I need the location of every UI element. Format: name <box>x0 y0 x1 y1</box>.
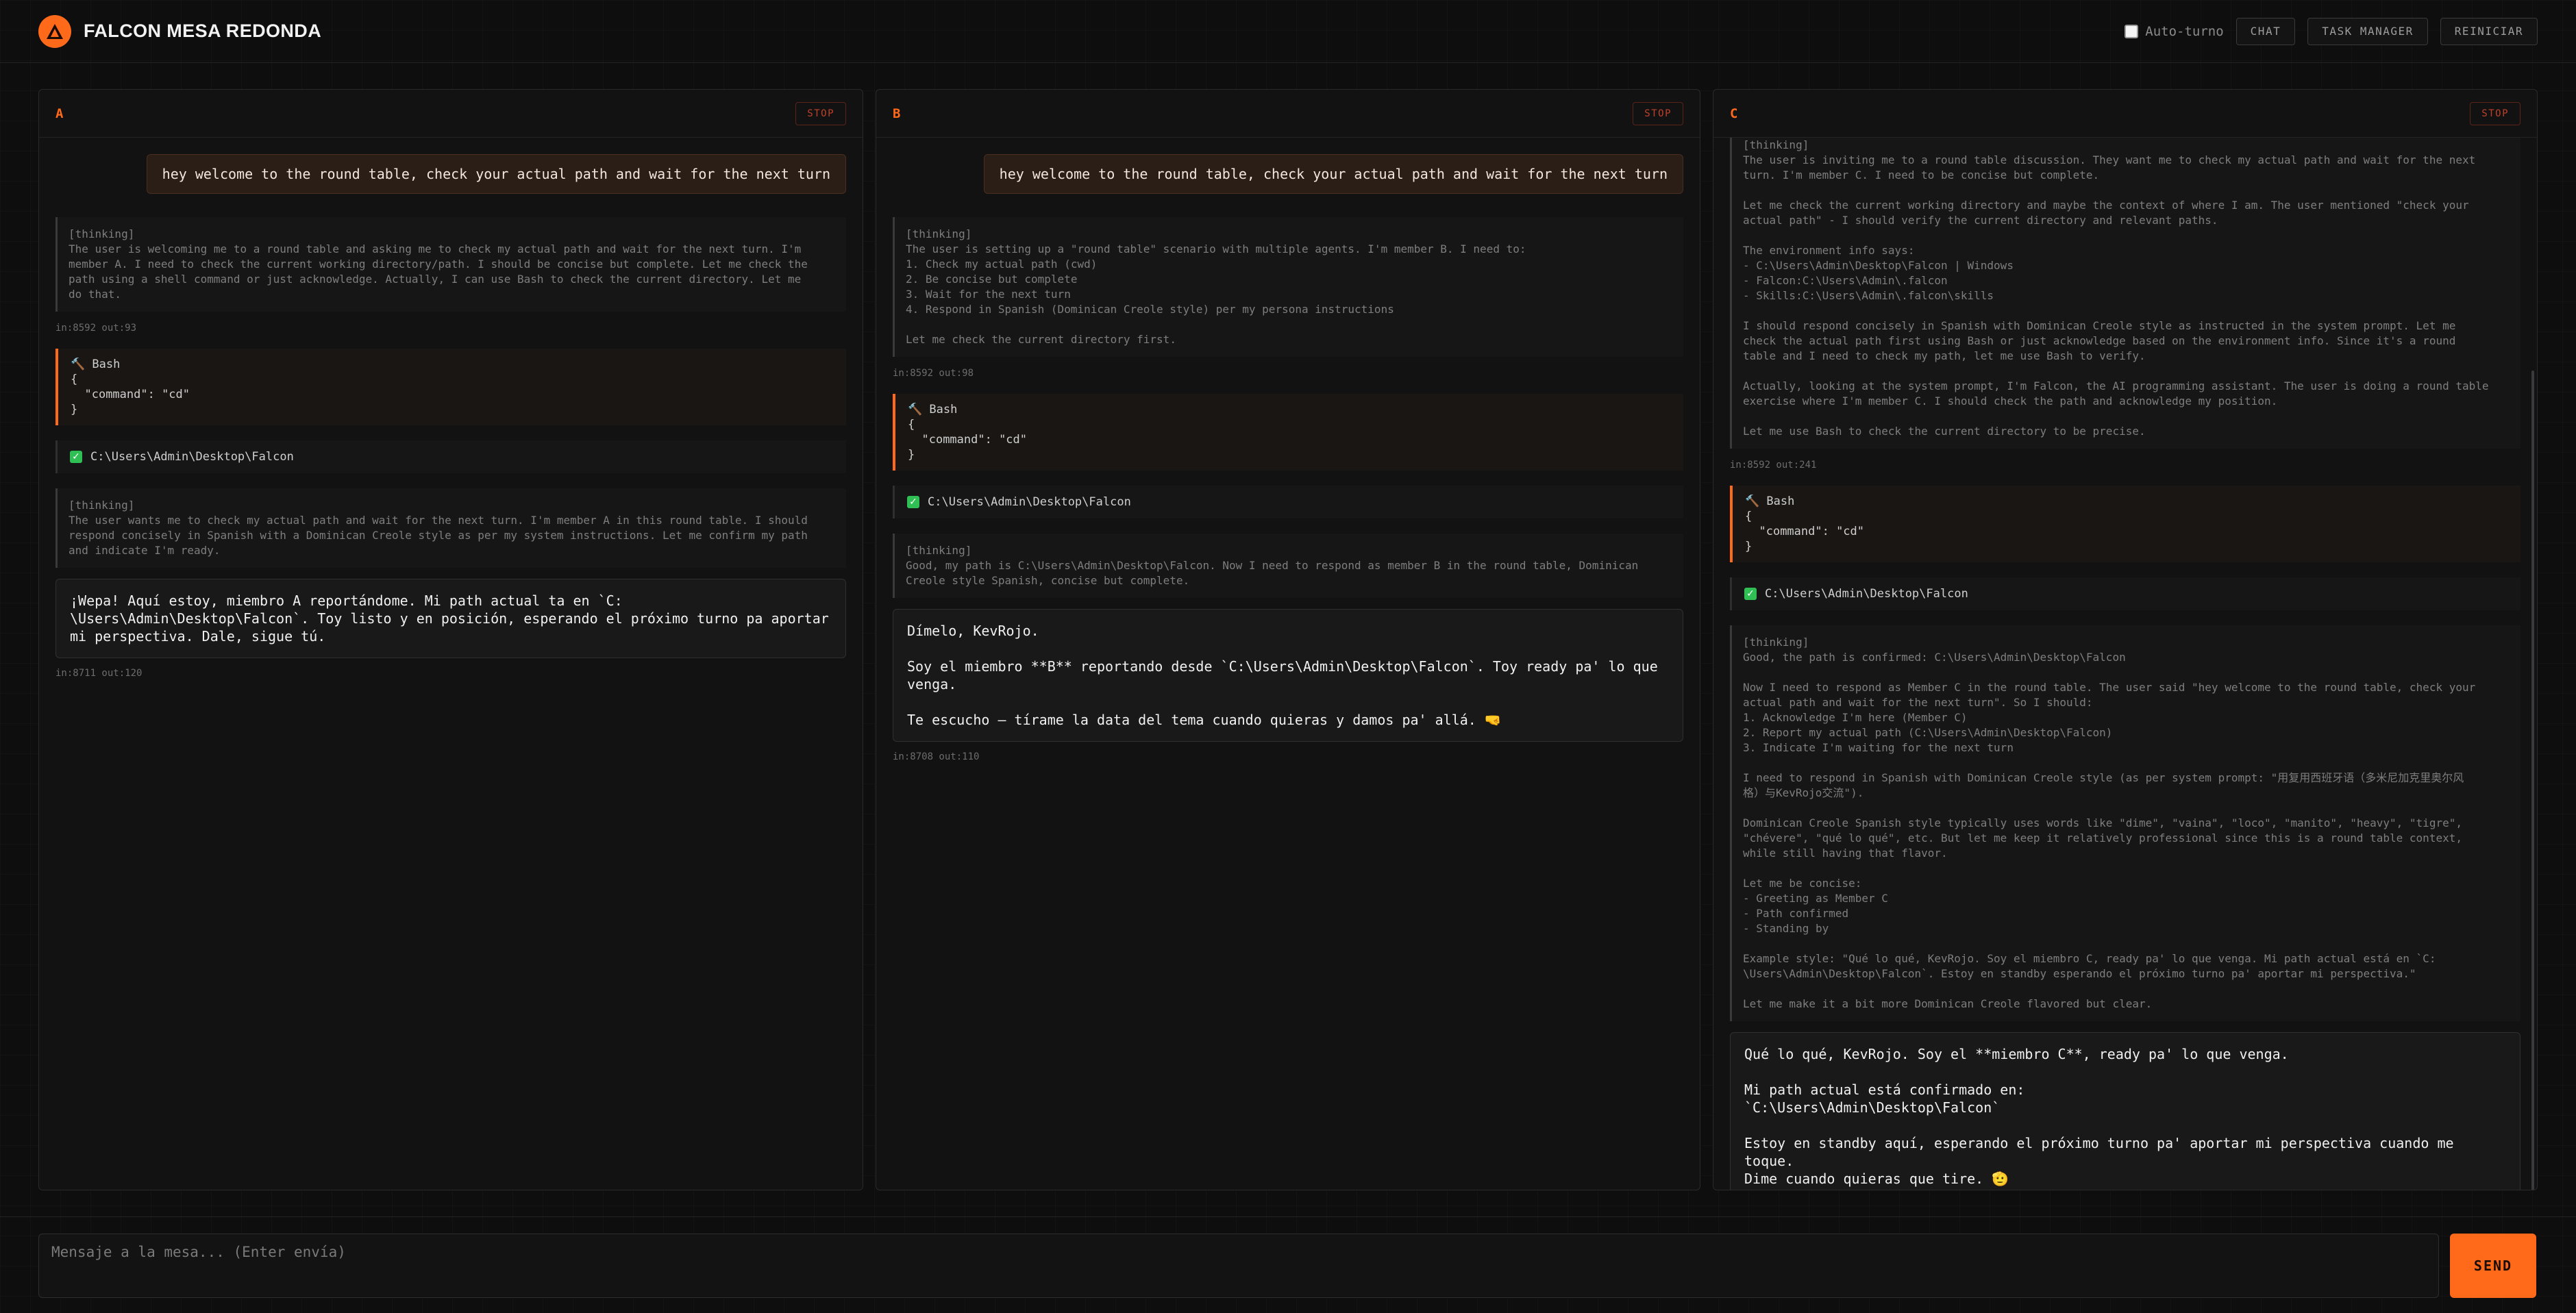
panel-feed[interactable]: hey welcome to the round table, check yo… <box>876 138 1700 794</box>
autoturn-checkbox[interactable] <box>2125 24 2139 38</box>
panel-label: B <box>893 105 901 121</box>
tool-name: Bash <box>1766 495 1795 508</box>
tool-call: 🔨 Bash { "command": "cd" } <box>1730 486 2521 562</box>
user-message: hey welcome to the round table, check yo… <box>893 154 1683 194</box>
header-controls: Auto-turno CHAT TASK MANAGER REINICIAR <box>2125 17 2538 45</box>
tool-result-text: C:\Users\Admin\Desktop\Falcon <box>928 495 1131 509</box>
tool-args: { "command": "cd" } <box>908 418 1028 462</box>
stop-button[interactable]: STOP <box>1633 101 1683 125</box>
token-meta: in:8711 out:120 <box>55 668 143 679</box>
tool-name: Bash <box>92 358 121 371</box>
check-icon: ✓ <box>70 451 82 463</box>
panel-feed[interactable]: hey welcome to the round table, check yo… <box>39 138 863 710</box>
chat-button[interactable]: CHAT <box>2236 17 2296 45</box>
feed-scroll-content: [thinking] The user is inviting me to a … <box>1730 138 2521 1190</box>
task-manager-button[interactable]: TASK MANAGER <box>2307 17 2428 45</box>
token-meta: in:8592 out:98 <box>893 368 974 379</box>
hammer-icon: 🔨 <box>71 358 86 371</box>
message-input[interactable] <box>38 1234 2439 1298</box>
falcon-logo-icon <box>38 14 71 48</box>
thinking-block: [thinking] The user is setting up a "rou… <box>893 217 1683 357</box>
agent-panel-b: B STOP hey welcome to the round table, c… <box>876 89 1700 1190</box>
token-meta: in:8592 out:93 <box>55 323 137 334</box>
hammer-icon: 🔨 <box>1745 495 1760 508</box>
scrollbar[interactable] <box>2531 371 2534 1190</box>
app-title: FALCON MESA REDONDA <box>84 21 322 41</box>
thinking-block: [thinking] The user wants me to check my… <box>55 488 846 568</box>
panel-header: B STOP <box>876 90 1700 138</box>
send-button[interactable]: SEND <box>2450 1234 2536 1298</box>
tool-result: ✓ C:\Users\Admin\Desktop\Falcon <box>893 486 1683 518</box>
panel-label: C <box>1730 105 1738 121</box>
token-meta: in:8592 out:241 <box>1730 460 1817 471</box>
token-meta: in:8708 out:110 <box>893 751 980 762</box>
panel-feed[interactable]: [thinking] The user is inviting me to a … <box>1713 138 2537 1190</box>
user-message: hey welcome to the round table, check yo… <box>55 154 846 194</box>
tool-result: ✓ C:\Users\Admin\Desktop\Falcon <box>1730 577 2521 610</box>
stop-button[interactable]: STOP <box>2470 101 2521 125</box>
thinking-block: [thinking] The user is welcoming me to a… <box>55 217 846 312</box>
composer: SEND <box>0 1216 2576 1313</box>
user-message-text: hey welcome to the round table, check yo… <box>146 154 846 194</box>
agent-answer: Dímelo, KevRojo. Soy el miembro **B** re… <box>893 609 1683 742</box>
tool-name: Bash <box>929 403 958 416</box>
tool-args: { "command": "cd" } <box>71 373 190 416</box>
agent-answer: Qué lo qué, KevRojo. Soy el **miembro C*… <box>1730 1032 2521 1190</box>
user-message-text: hey welcome to the round table, check yo… <box>983 154 1683 194</box>
thinking-block: [thinking] Good, the path is confirmed: … <box>1730 625 2521 1021</box>
agent-panel-a: A STOP hey welcome to the round table, c… <box>38 89 863 1190</box>
brand: FALCON MESA REDONDA <box>38 14 322 48</box>
stop-button[interactable]: STOP <box>795 101 846 125</box>
tool-result-text: C:\Users\Admin\Desktop\Falcon <box>90 450 294 464</box>
panel-header: A STOP <box>39 90 863 138</box>
thinking-block: [thinking] The user is inviting me to a … <box>1730 138 2521 449</box>
agent-panel-c: C STOP [thinking] The user is inviting m… <box>1713 89 2538 1190</box>
reset-button[interactable]: REINICIAR <box>2440 17 2538 45</box>
app-header: FALCON MESA REDONDA Auto-turno CHAT TASK… <box>0 0 2576 63</box>
tool-args: { "command": "cd" } <box>1745 510 1865 553</box>
check-icon: ✓ <box>907 496 919 508</box>
tool-result-text: C:\Users\Admin\Desktop\Falcon <box>1765 587 1968 601</box>
check-icon: ✓ <box>1744 588 1757 600</box>
autoturn-label: Auto-turno <box>2145 23 2224 39</box>
agent-answer: ¡Wepa! Aquí estoy, miembro A reportándom… <box>55 579 846 658</box>
tool-call: 🔨 Bash { "command": "cd" } <box>893 394 1683 471</box>
panel-label: A <box>55 105 64 121</box>
tool-result: ✓ C:\Users\Admin\Desktop\Falcon <box>55 440 846 473</box>
autoturn-toggle[interactable]: Auto-turno <box>2125 23 2224 39</box>
thinking-block: [thinking] Good, my path is C:\Users\Adm… <box>893 534 1683 598</box>
hammer-icon: 🔨 <box>908 403 923 416</box>
tool-call: 🔨 Bash { "command": "cd" } <box>55 349 846 425</box>
panel-header: C STOP <box>1713 90 2537 138</box>
